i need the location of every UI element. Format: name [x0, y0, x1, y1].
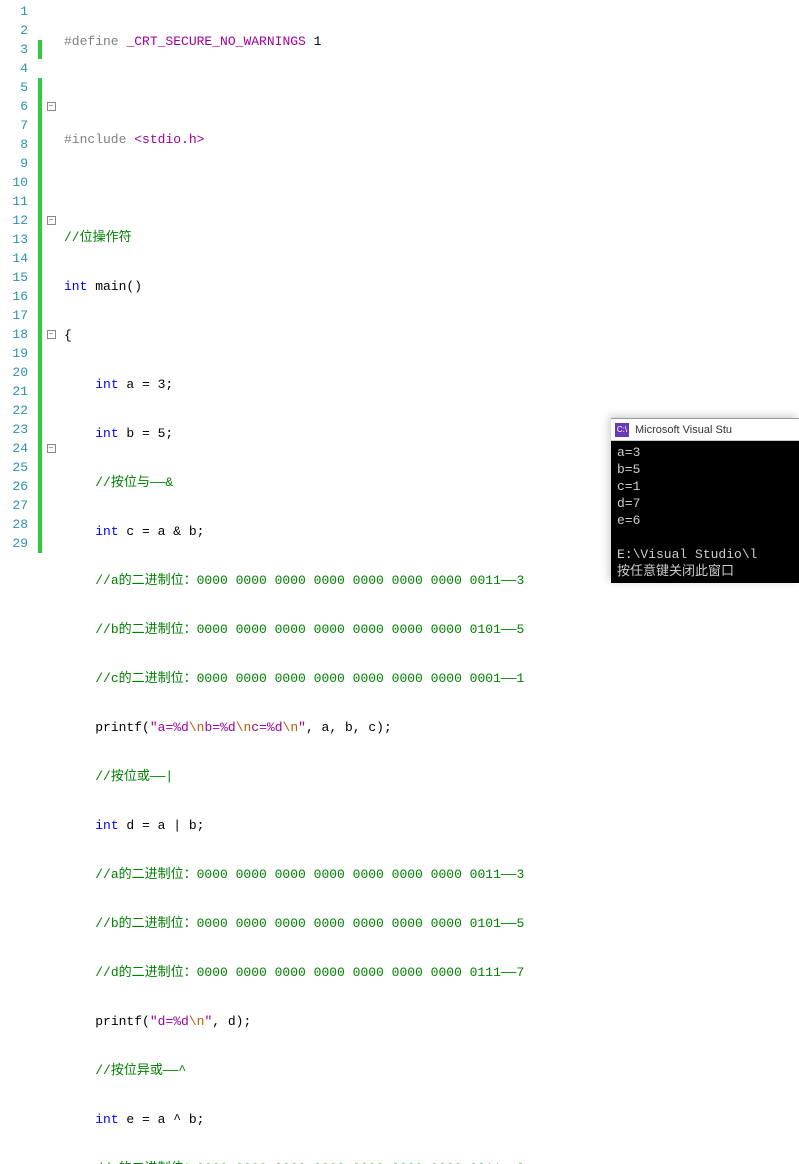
console-output: a=3 b=5 c=1 d=7 e=6 E:\Visual Studio\l 按… [611, 441, 799, 583]
line-number: 25 [0, 458, 28, 477]
code-line[interactable]: printf("d=%d\n", d); [64, 1012, 799, 1031]
code-line[interactable]: //c的二进制位：0000 0000 0000 0000 0000 0000 0… [64, 669, 799, 688]
code-line[interactable]: #define _CRT_SECURE_NO_WARNINGS 1 [64, 32, 799, 51]
fold-toggle-icon[interactable]: − [47, 444, 56, 453]
line-number: 1 [0, 2, 28, 21]
line-number: 24 [0, 439, 28, 458]
change-marker [38, 534, 42, 553]
change-marker [38, 40, 42, 59]
change-marker [38, 211, 42, 230]
change-marker [38, 382, 42, 401]
line-number: 8 [0, 135, 28, 154]
change-marker [38, 458, 42, 477]
code-line[interactable]: #include <stdio.h> [64, 130, 799, 149]
change-marker [38, 287, 42, 306]
code-line[interactable]: int a = 3; [64, 375, 799, 394]
change-marker [38, 230, 42, 249]
code-line[interactable]: //a的二进制位：0000 0000 0000 0000 0000 0000 0… [64, 1159, 799, 1164]
line-number: 12 [0, 211, 28, 230]
line-number: 14 [0, 249, 28, 268]
code-line[interactable]: printf("a=%d\nb=%d\nc=%d\n", a, b, c); [64, 718, 799, 737]
change-marker [38, 116, 42, 135]
line-number: 3 [0, 40, 28, 59]
code-line[interactable]: //d的二进制位：0000 0000 0000 0000 0000 0000 0… [64, 963, 799, 982]
line-number: 19 [0, 344, 28, 363]
line-number: 7 [0, 116, 28, 135]
change-marker [38, 439, 42, 458]
line-number: 2 [0, 21, 28, 40]
line-number: 5 [0, 78, 28, 97]
line-number: 22 [0, 401, 28, 420]
change-marker [38, 135, 42, 154]
line-number: 26 [0, 477, 28, 496]
line-number: 27 [0, 496, 28, 515]
line-number: 6 [0, 97, 28, 116]
line-number-gutter: 1 2 3 4 5 6 7 8 9 10 11 12 13 14 15 16 1… [0, 0, 38, 582]
change-marker [38, 249, 42, 268]
line-number: 17 [0, 306, 28, 325]
code-line[interactable] [64, 179, 799, 198]
code-line[interactable]: int main() [64, 277, 799, 296]
change-marker [38, 325, 42, 344]
line-number: 21 [0, 382, 28, 401]
change-marker [38, 306, 42, 325]
console-title-text: Microsoft Visual Stu [635, 424, 732, 436]
change-marker [38, 192, 42, 211]
line-number: 16 [0, 287, 28, 306]
line-number: 29 [0, 534, 28, 553]
line-number: 9 [0, 154, 28, 173]
change-marker [38, 97, 42, 116]
fold-column: − − − − [44, 0, 58, 582]
code-line[interactable]: //按位或——| [64, 767, 799, 786]
fold-toggle-icon[interactable]: − [47, 330, 56, 339]
fold-toggle-icon[interactable]: − [47, 216, 56, 225]
console-icon: C:\ [615, 423, 629, 437]
line-number: 10 [0, 173, 28, 192]
line-number: 4 [0, 59, 28, 78]
change-marker [38, 496, 42, 515]
code-line[interactable]: { [64, 326, 799, 345]
code-line[interactable]: int d = a | b; [64, 816, 799, 835]
change-marker [38, 268, 42, 287]
line-number: 28 [0, 515, 28, 534]
change-marker [38, 515, 42, 534]
console-titlebar[interactable]: C:\ Microsoft Visual Stu [611, 419, 799, 441]
change-marker [38, 173, 42, 192]
change-marker [38, 78, 42, 97]
line-number: 20 [0, 363, 28, 382]
fold-toggle-icon[interactable]: − [47, 102, 56, 111]
line-number: 18 [0, 325, 28, 344]
change-marker [38, 420, 42, 439]
change-marker [38, 154, 42, 173]
code-line[interactable]: int e = a ^ b; [64, 1110, 799, 1129]
code-line[interactable]: //按位异或——^ [64, 1061, 799, 1080]
change-marker [38, 477, 42, 496]
change-marker [38, 401, 42, 420]
line-number: 13 [0, 230, 28, 249]
console-window[interactable]: C:\ Microsoft Visual Stu a=3 b=5 c=1 d=7… [611, 418, 799, 583]
line-number: 11 [0, 192, 28, 211]
change-marker [38, 363, 42, 382]
line-number: 23 [0, 420, 28, 439]
code-line[interactable] [64, 81, 799, 100]
line-number: 15 [0, 268, 28, 287]
code-line[interactable]: //位操作符 [64, 228, 799, 247]
code-line[interactable]: //b的二进制位：0000 0000 0000 0000 0000 0000 0… [64, 914, 799, 933]
code-line[interactable]: //a的二进制位：0000 0000 0000 0000 0000 0000 0… [64, 865, 799, 884]
code-line[interactable]: //b的二进制位：0000 0000 0000 0000 0000 0000 0… [64, 620, 799, 639]
change-marker [38, 344, 42, 363]
